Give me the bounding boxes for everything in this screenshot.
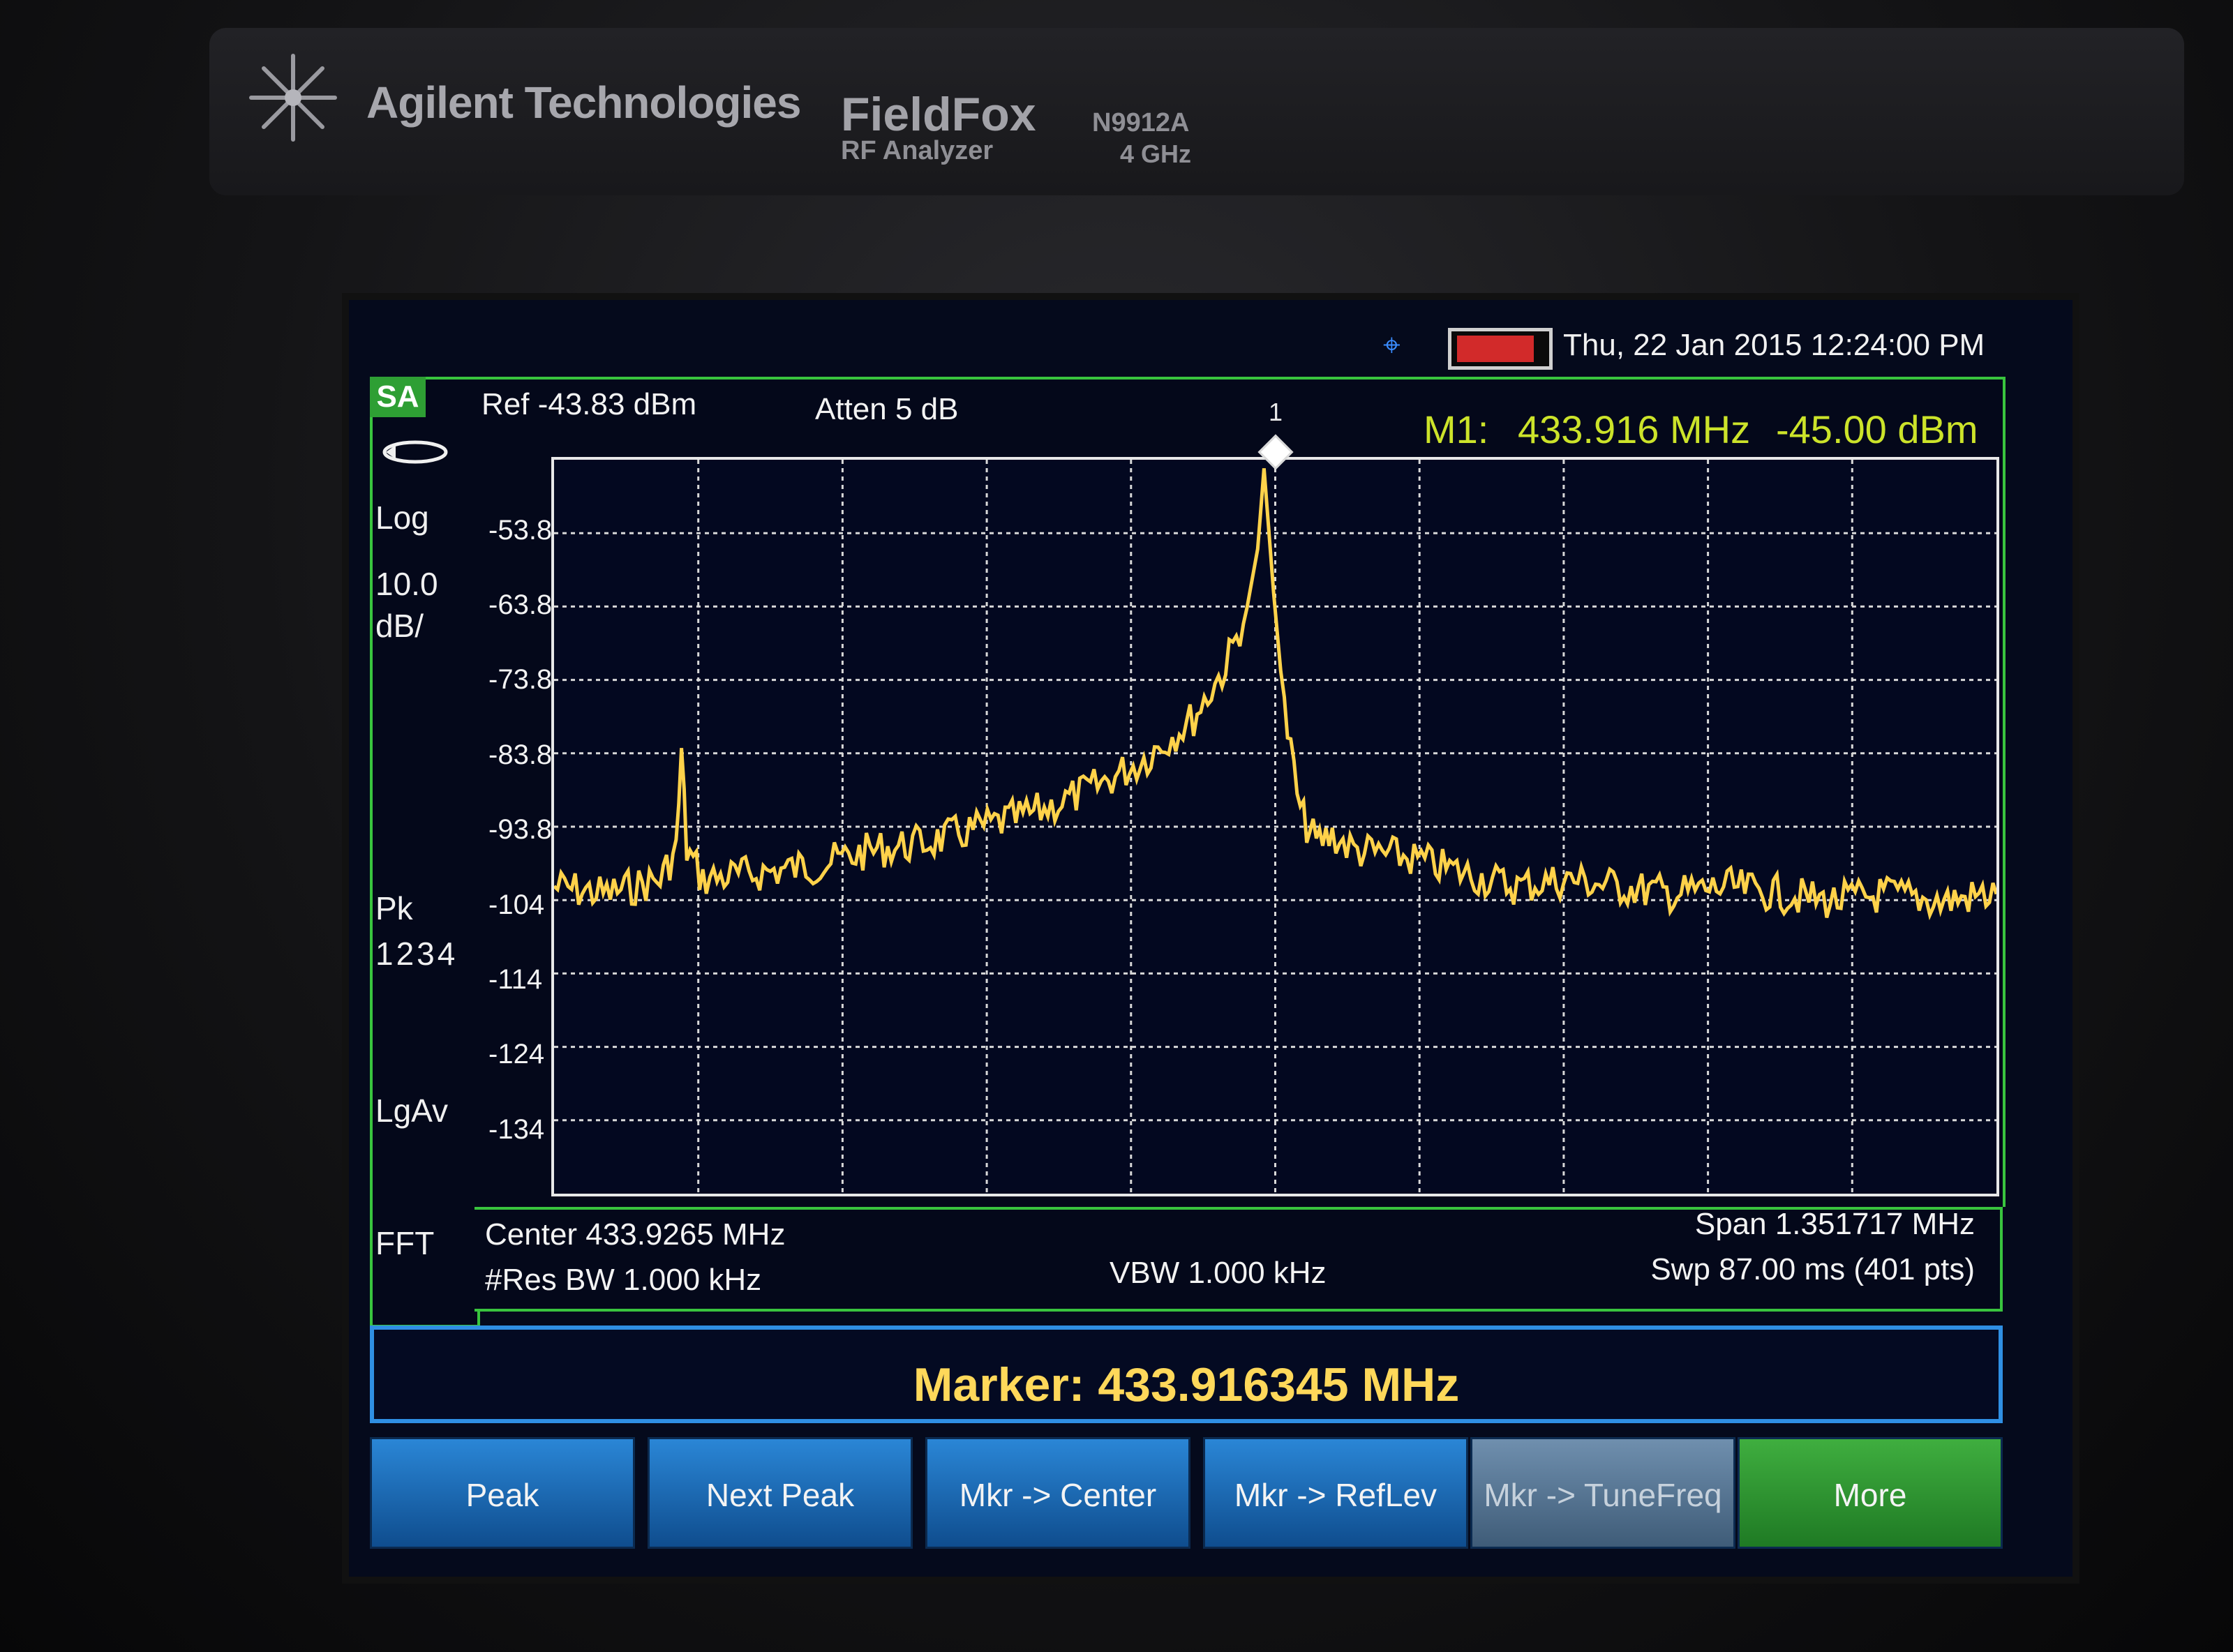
y-tick-label: -134 [488,1114,545,1145]
next-peak-button[interactable]: Next Peak [648,1437,913,1549]
y-tick-label: -53.8 [488,515,553,546]
product-name: FieldFox [841,88,1036,141]
product-subtitle: RF Analyzer [841,136,994,165]
y-tick-label: -93.8 [488,814,553,845]
model-number: N9912A [1092,108,1190,137]
sweep-mode-icon [382,440,448,464]
marker-readout-frequency: 433.916 MHz [1518,407,1751,451]
scale-unit: dB/ [375,608,424,644]
brand-name: Agilent Technologies [366,77,801,128]
y-tick-label: -63.8 [488,590,553,620]
spectrum-trace-svg [554,460,1996,1194]
marker-entry-field[interactable]: Marker: 433.916345 MHz [370,1326,2003,1423]
sweep-type: FFT [375,1225,435,1261]
y-tick-label: -104 [488,889,545,920]
marker-to-reflevel-button[interactable]: Mkr -> RefLev [1203,1437,1468,1549]
attenuation: Atten 5 dB [815,392,959,426]
y-tick-label: -124 [488,1039,545,1069]
model-range: 4 GHz [1120,140,1192,168]
marker-readout-amplitude: -45.00 dBm [1776,407,1978,451]
agilent-spark-icon [249,54,337,142]
spectrum-plot[interactable] [551,457,1999,1196]
trace-indicators: 1234 [375,936,458,972]
y-tick-label: -83.8 [488,739,553,770]
status-datetime: Thu, 22 Jan 2015 12:24:00 PM [1563,328,1985,362]
scale-type: Log [375,500,429,536]
gps-icon: ⌖ [1383,328,1401,362]
marker-entry-value: Marker: 433.916345 MHz [913,1358,1460,1411]
marker-to-tunefreq-button[interactable]: Mkr -> TuneFreq [1470,1437,1735,1549]
marker-number: 1 [1269,398,1283,426]
peak-button[interactable]: Peak [370,1437,635,1549]
video-bandwidth: VBW 1.000 kHz [1110,1256,1327,1290]
y-tick-label: -73.8 [488,664,553,695]
scale-value: 10.0 [375,566,438,602]
reference-level: Ref -43.83 dBm [481,387,697,421]
span: Span 1.351717 MHz [1694,1207,1975,1241]
center-frequency: Center 433.9265 MHz [485,1217,786,1252]
battery-level [1457,336,1534,362]
mode-badge[interactable]: SA [370,377,426,417]
marker-to-center-button[interactable]: Mkr -> Center [925,1437,1190,1549]
detector-mode: Pk [375,890,413,926]
averaging-type: LgAv [375,1092,449,1129]
sweep-time: Swp 87.00 ms (401 pts) [1650,1252,1975,1286]
more-button[interactable]: More [1738,1437,2003,1549]
battery-icon [1448,328,1553,370]
resolution-bandwidth: #Res BW 1.000 kHz [485,1263,762,1297]
y-tick-label: -114 [488,964,543,995]
marker-readout-label: M1: [1424,407,1489,451]
